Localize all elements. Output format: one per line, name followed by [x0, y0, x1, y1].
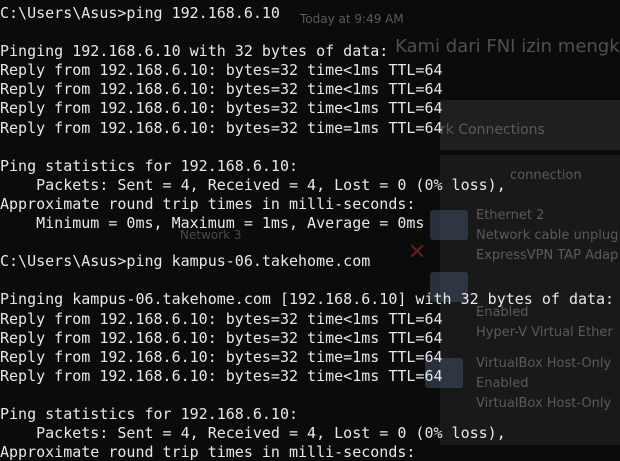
terminal-line: Reply from 192.168.6.10: bytes=32 time=1… [0, 118, 443, 137]
terminal-output[interactable]: C:\Users\Asus>ping 192.168.6.10 Pinging 1… [0, 4, 620, 461]
terminal-line: Approximate round trip times in milli-se… [0, 194, 416, 213]
terminal-line: Reply from 192.168.6.10: bytes=32 time<1… [0, 61, 443, 80]
command-prompt-line: C:\Users\Asus>ping 192.168.6.10 [0, 4, 280, 22]
terminal-line: Approximate round trip times in milli-se… [0, 443, 416, 461]
terminal-line: Reply from 192.168.6.10: bytes=32 time<1… [0, 309, 443, 328]
terminal-line: Minimum = 0ms, Maximum = 1ms, Average = … [0, 214, 425, 233]
terminal-line: Reply from 192.168.6.10: bytes=32 time<1… [0, 99, 443, 118]
command-prompt-line: C:\Users\Asus>ping kampus-06.takehome.co… [0, 252, 371, 271]
terminal-line: Reply from 192.168.6.10: bytes=32 time=1… [0, 347, 443, 366]
terminal-line: Packets: Sent = 4, Received = 4, Lost = … [0, 424, 506, 443]
terminal-line: Reply from 192.168.6.10: bytes=32 time<1… [0, 328, 443, 347]
terminal-line: Reply from 192.168.6.10: bytes=32 time<1… [0, 366, 443, 385]
terminal-line: Ping statistics for 192.168.6.10: [0, 404, 299, 423]
terminal-line: Ping statistics for 192.168.6.10: [0, 156, 299, 175]
terminal-line: Pinging 192.168.6.10 with 32 bytes of da… [0, 42, 389, 61]
terminal-line: Pinging kampus-06.takehome.com [192.168.… [0, 290, 615, 309]
terminal-line: Reply from 192.168.6.10: bytes=32 time<1… [0, 80, 443, 99]
terminal-line: Packets: Sent = 4, Received = 4, Lost = … [0, 175, 506, 194]
